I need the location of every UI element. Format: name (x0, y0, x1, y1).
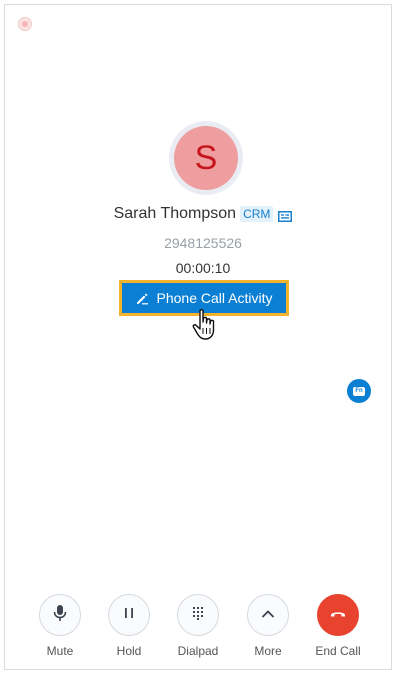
pause-icon (123, 606, 135, 624)
more-label: More (254, 644, 282, 658)
dialpad-label: Dialpad (177, 644, 219, 658)
more-button[interactable] (247, 594, 289, 636)
mute-label: Mute (46, 644, 74, 658)
dialpad-control[interactable]: Dialpad (168, 594, 228, 658)
hold-label: Hold (116, 644, 142, 658)
recording-indicator-icon (18, 17, 32, 31)
crm-badge[interactable]: CRM (240, 206, 274, 222)
call-controls: Mute Hold Dialpad More End Call (0, 594, 396, 658)
hold-button[interactable] (108, 594, 150, 636)
avatar: S (174, 126, 238, 190)
microphone-icon (52, 604, 68, 627)
caller-number: 2948125526 (164, 235, 242, 251)
chevron-up-icon (261, 606, 275, 624)
avatar-ring: S (169, 121, 243, 195)
hand-pointer-cursor-icon (191, 308, 221, 342)
dialpad-icon (192, 606, 204, 625)
hang-up-icon (330, 606, 346, 624)
more-control[interactable]: More (238, 594, 298, 658)
call-panel: S Sarah Thompson CRM 2948125526 00:00:10 … (4, 4, 392, 670)
call-duration: 00:00:10 (175, 260, 231, 276)
dialpad-button[interactable] (177, 594, 219, 636)
caller-name: Sarah Thompson (113, 205, 237, 222)
hold-control[interactable]: Hold (99, 594, 159, 658)
end-call-control[interactable]: End Call (308, 594, 368, 658)
function-keys-button[interactable]: Fn (347, 379, 371, 403)
mute-control[interactable]: Mute (30, 594, 90, 658)
phone-call-activity-label: Phone Call Activity (156, 290, 273, 306)
caller-name-row: Sarah Thompson CRM (5, 205, 396, 223)
mute-button[interactable] (39, 594, 81, 636)
fn-label: Fn (353, 386, 365, 396)
end-call-label: End Call (315, 644, 361, 658)
end-call-button[interactable] (317, 594, 359, 636)
contact-card-icon[interactable] (278, 209, 293, 222)
edit-icon (136, 292, 149, 305)
